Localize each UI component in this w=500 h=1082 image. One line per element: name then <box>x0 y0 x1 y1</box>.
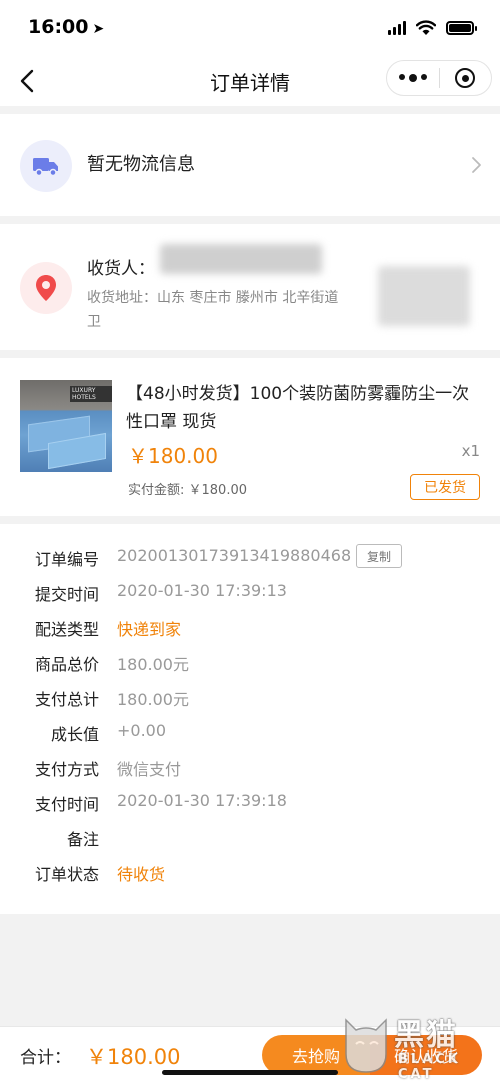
location-pin-icon <box>36 275 56 301</box>
logistics-card[interactable]: 暂无物流信息 <box>0 114 500 216</box>
location-arrow-icon: ➤ <box>92 21 105 37</box>
redacted-receiver-name <box>160 244 322 274</box>
status-bar: 16:00 ➤ <box>0 0 500 58</box>
watermark-sub: BLACK CAT <box>398 1052 461 1082</box>
info-label: 订单状态 <box>34 865 99 884</box>
address-card: 收货人： 收货地址：山东 枣庄市 滕州市 北辛街道 卫 <box>0 224 500 350</box>
battery-icon <box>446 21 477 35</box>
status-time: 16:00 ➤ <box>28 16 104 38</box>
info-row-pay-time: 支付时间 2020-01-30 17:39:18 <box>0 769 500 814</box>
product-card[interactable]: LUXURY HOTELS 【48小时发货】100个装防菌防雾霾防尘一次性口罩 … <box>0 358 500 516</box>
info-row-pay-total: 支付总计 180.00元 <box>0 664 500 709</box>
watermark-brand: 黑猫 <box>394 1018 458 1053</box>
status-badge: 已发货 <box>410 474 480 500</box>
info-value: 待收货 <box>117 865 166 884</box>
info-row-remark: 备注 <box>0 804 500 849</box>
truck-icon-circle <box>20 140 72 192</box>
info-row-growth: 成长值 +0.00 <box>0 699 500 744</box>
home-indicator <box>162 1070 338 1075</box>
product-title: 【48小时发货】100个装防菌防雾霾防尘一次性口罩 现货 <box>126 384 470 432</box>
redacted-address-detail <box>378 266 470 326</box>
info-row-submit-time: 提交时间 2020-01-30 17:39:13 <box>0 559 500 604</box>
info-row-goods-total: 商品总价 180.00元 <box>0 629 500 674</box>
clock-text: 16:00 <box>28 16 89 38</box>
address-tail: 卫 <box>87 314 101 330</box>
address-text: 山东 枣庄市 滕州市 北辛街道 <box>157 290 339 306</box>
mini-program-capsule <box>386 60 492 96</box>
receiver-label: 收货人： <box>87 259 155 279</box>
address-label: 收货地址： <box>87 290 157 306</box>
more-dots-icon[interactable] <box>387 74 439 82</box>
paid-amount: 实付金额: ￥180.00 <box>128 483 247 498</box>
product-quantity: x1 <box>461 442 480 460</box>
total-value: ￥180.00 <box>86 1045 181 1069</box>
product-price: ￥180.00 <box>128 444 218 468</box>
info-row-delivery-type: 配送类型 快递到家 <box>0 594 500 639</box>
image-tag: LUXURY HOTELS <box>70 386 112 402</box>
status-icons <box>388 20 477 36</box>
chevron-right-icon <box>472 157 481 173</box>
order-info-card: 订单编号 20200130173913419880468 复制 提交时间 202… <box>0 524 500 914</box>
info-row-pay-method: 支付方式 微信支付 <box>0 734 500 779</box>
location-icon-circle <box>20 262 72 314</box>
info-row-order-status: 订单状态 待收货 <box>0 839 500 884</box>
info-row-order-no: 订单编号 20200130173913419880468 复制 <box>0 524 500 569</box>
nav-bar: 订单详情 <box>0 58 500 106</box>
address-line: 收货地址：山东 枣庄市 滕州市 北辛街道 卫 <box>87 286 377 334</box>
watermark: 黑猫 BLACK CAT <box>336 1008 500 1082</box>
target-icon[interactable] <box>440 68 492 88</box>
black-cat-logo-icon <box>345 1018 387 1073</box>
wifi-icon <box>416 20 436 35</box>
logistics-status-text: 暂无物流信息 <box>87 154 195 175</box>
total-label: 合计： <box>20 1048 71 1068</box>
truck-icon <box>33 158 58 177</box>
signal-icon <box>388 21 406 35</box>
product-image[interactable]: LUXURY HOTELS <box>20 380 112 472</box>
